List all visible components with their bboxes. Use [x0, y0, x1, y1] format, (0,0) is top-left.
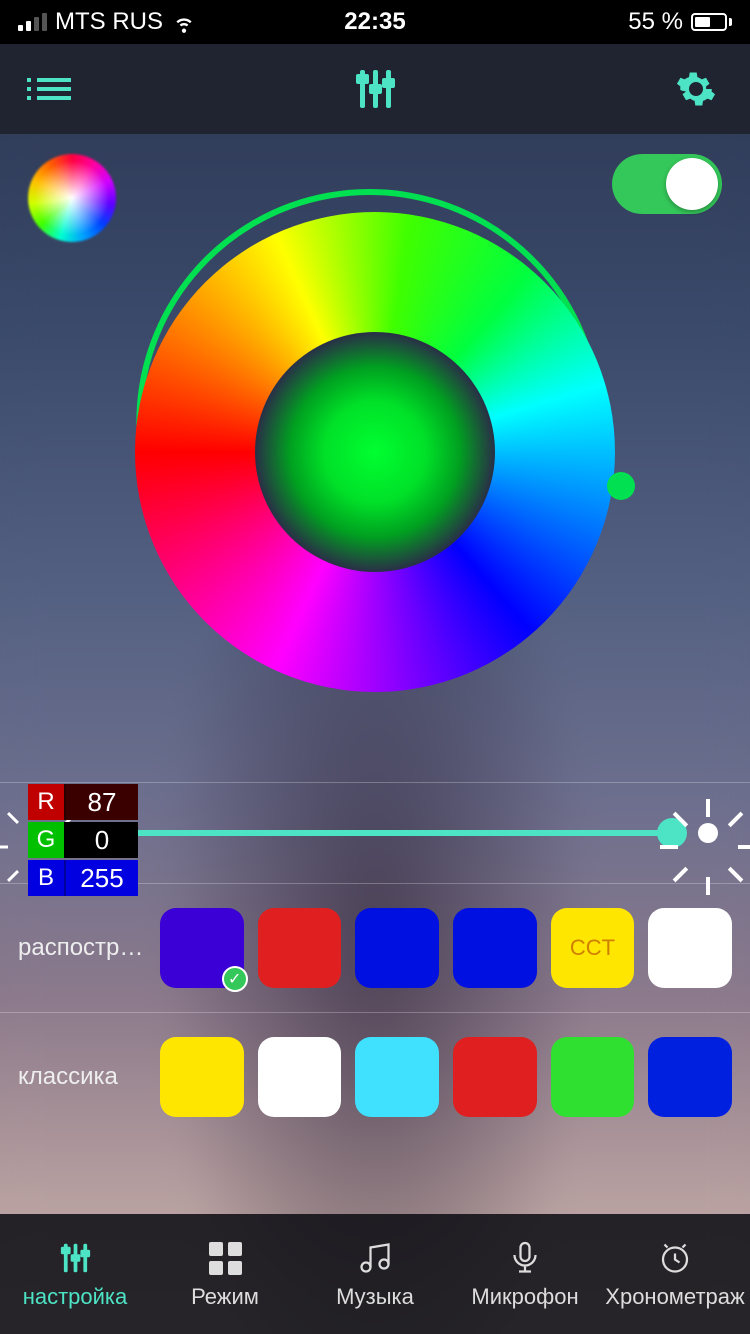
wifi-icon — [171, 9, 197, 35]
g-value: 0 — [64, 822, 138, 858]
nav-label: настройка — [23, 1284, 128, 1310]
preset-row-2-label: классика — [18, 1063, 150, 1091]
signal-icon — [18, 13, 47, 31]
nav-music[interactable]: Музыка — [300, 1214, 450, 1334]
mini-color-wheel[interactable] — [28, 154, 116, 242]
arc-handle[interactable] — [607, 472, 635, 500]
nav-clock[interactable]: Хронометраж — [600, 1214, 750, 1334]
sliders-icon — [60, 1238, 91, 1278]
preset-row-1: распостра... ✓ CCT — [0, 884, 750, 1013]
status-bar: MTS RUS 22:35 55 % — [0, 0, 750, 44]
b-label: B — [28, 860, 64, 896]
battery-pct: 55 % — [628, 8, 683, 36]
nav-label: Режим — [191, 1284, 259, 1310]
battery-icon — [691, 13, 732, 31]
nav-mic[interactable]: Микрофон — [450, 1214, 600, 1334]
g-label: G — [28, 822, 64, 858]
nav-label: Микрофон — [471, 1284, 578, 1310]
preset-row-1-label: распостра... — [18, 934, 150, 962]
clock: 22:35 — [344, 8, 405, 36]
nav-label: Хронометраж — [605, 1284, 744, 1310]
color-swatch[interactable] — [355, 1037, 439, 1117]
clock-icon — [657, 1238, 693, 1278]
nav-sliders[interactable]: настройка — [0, 1214, 150, 1334]
r-label: R — [28, 784, 64, 820]
color-swatch[interactable] — [258, 908, 342, 988]
color-swatch[interactable]: ✓ — [160, 908, 244, 988]
color-swatch[interactable] — [258, 1037, 342, 1117]
mic-icon — [507, 1238, 543, 1278]
preset-row-2: классика — [0, 1013, 750, 1141]
top-toolbar — [0, 44, 750, 134]
color-swatch[interactable] — [648, 908, 732, 988]
brightness-high-icon — [688, 813, 728, 853]
color-swatch[interactable] — [453, 1037, 537, 1117]
color-swatch[interactable] — [355, 908, 439, 988]
color-swatch[interactable] — [453, 908, 537, 988]
nav-grid[interactable]: Режим — [150, 1214, 300, 1334]
settings-button[interactable] — [672, 65, 720, 113]
bottom-nav: настройка Режим Музыка Микрофон Хронометраж — [0, 1214, 750, 1334]
color-swatch[interactable] — [648, 1037, 732, 1117]
color-swatch[interactable] — [160, 1037, 244, 1117]
grid-icon — [209, 1238, 242, 1278]
b-value: 255 — [64, 860, 138, 896]
wheel-center — [255, 332, 495, 572]
color-wheel[interactable] — [135, 212, 615, 692]
check-icon: ✓ — [222, 966, 248, 992]
equalizer-button[interactable] — [351, 65, 399, 113]
carrier-label: MTS RUS — [55, 8, 163, 36]
brightness-slider[interactable] — [78, 830, 672, 836]
r-value: 87 — [64, 784, 138, 820]
rgb-readout: R87 G0 B255 — [28, 784, 138, 898]
color-swatch[interactable]: CCT — [551, 908, 635, 988]
color-swatch[interactable] — [551, 1037, 635, 1117]
music-icon — [357, 1238, 393, 1278]
nav-label: Музыка — [336, 1284, 414, 1310]
list-button[interactable] — [30, 65, 78, 113]
